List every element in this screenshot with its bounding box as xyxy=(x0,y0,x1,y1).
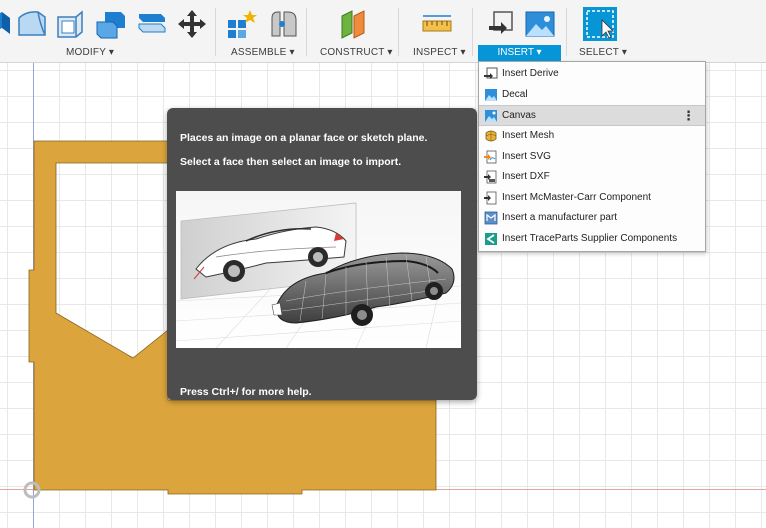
more-options-icon[interactable]: ⋮ xyxy=(682,108,695,124)
manufacturer-part-icon xyxy=(484,211,498,225)
insert-mesh-icon xyxy=(485,130,497,142)
traceparts-icon xyxy=(485,233,497,245)
menu-item-mcmaster-carr[interactable]: Insert McMaster-Carr Component xyxy=(479,188,705,208)
tooltip-preview-image xyxy=(176,191,461,348)
origin-marker-icon xyxy=(23,481,41,499)
menu-item-insert-dxf[interactable]: Insert DXF xyxy=(479,167,705,187)
menu-item-label: Insert McMaster-Carr Component xyxy=(502,192,651,203)
menu-item-label: Insert SVG xyxy=(502,151,551,162)
menu-item-label: Insert TraceParts Supplier Components xyxy=(502,233,678,244)
canvas-tooltip: Places an image on a planar face or sket… xyxy=(167,108,477,400)
insert-svg-icon xyxy=(484,150,497,164)
menu-item-decal[interactable]: Decal xyxy=(479,85,705,105)
menu-item-label: Decal xyxy=(502,89,528,100)
menu-item-label: Canvas xyxy=(502,110,536,121)
insert-derive-icon xyxy=(484,67,498,79)
tooltip-description: Places an image on a planar face or sket… xyxy=(180,132,428,144)
car-canvas-illustration xyxy=(176,191,461,348)
menu-item-label: Insert a manufacturer part xyxy=(502,212,618,223)
tooltip-instruction: Select a face then select an image to im… xyxy=(180,156,402,168)
tooltip-help-hint: Press Ctrl+/ for more help. xyxy=(180,386,312,398)
insert-dropdown-menu: Insert Derive Decal Canvas ⋮ Insert Mesh… xyxy=(478,61,706,252)
mcmaster-carr-icon xyxy=(484,191,497,205)
menu-item-insert-mesh[interactable]: Insert Mesh xyxy=(479,126,705,146)
decal-icon xyxy=(485,89,497,101)
menu-item-label: Insert DXF xyxy=(502,171,550,182)
menu-item-insert-derive[interactable]: Insert Derive xyxy=(479,64,705,84)
menu-item-canvas[interactable]: Canvas ⋮ xyxy=(479,105,705,126)
menu-item-manufacturer-part[interactable]: Insert a manufacturer part xyxy=(479,208,705,228)
menu-item-insert-svg[interactable]: Insert SVG xyxy=(479,147,705,167)
menu-item-traceparts[interactable]: Insert TraceParts Supplier Components xyxy=(479,229,705,249)
menu-item-label: Insert Mesh xyxy=(502,130,555,141)
menu-item-label: Insert Derive xyxy=(502,68,559,79)
canvas-icon xyxy=(485,110,497,122)
insert-dxf-icon xyxy=(484,170,497,184)
